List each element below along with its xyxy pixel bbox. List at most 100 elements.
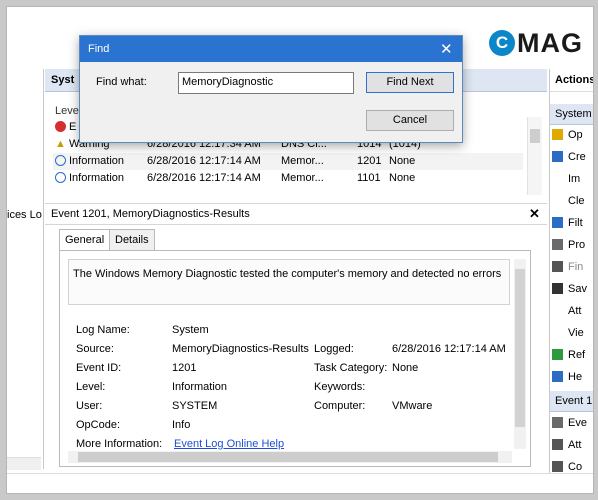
actions-section-system[interactable]: System [550, 104, 593, 125]
event-row-selected[interactable]: Information 6/28/2016 12:17:14 AM Memor.… [53, 153, 523, 170]
logged-value: 6/28/2016 12:17:14 AM [392, 343, 506, 355]
row-category: None [389, 172, 416, 184]
user-label: User: [76, 400, 103, 412]
user-value: SYSTEM [172, 400, 218, 412]
event-list-scrollbar[interactable] [527, 117, 542, 195]
action-label: Cle [568, 195, 585, 207]
detail-horizontal-scrollbar[interactable] [68, 451, 512, 463]
action-label: Eve [568, 417, 587, 429]
action-label: Filt [568, 217, 583, 229]
action-label: Co [568, 461, 583, 473]
level-column-header[interactable]: Leve [55, 105, 79, 117]
task-icon [552, 439, 563, 450]
action-clear[interactable]: Cle [552, 191, 593, 211]
action-import[interactable]: Im [552, 169, 593, 189]
row-event-id: 1101 [357, 172, 381, 184]
event-row[interactable]: Information 6/28/2016 12:17:14 AM Memor.… [53, 170, 523, 187]
level-value: Information [172, 381, 228, 393]
more-info-label: More Information: [76, 438, 163, 450]
action-label: Op [568, 129, 583, 141]
scrollbar-thumb[interactable] [78, 452, 498, 462]
row-source: Memor... [281, 172, 324, 184]
cancel-button[interactable]: Cancel [366, 110, 454, 131]
action-label: Sav [568, 283, 587, 295]
level-label: Level: [76, 381, 106, 393]
action-attach[interactable]: Att [552, 301, 593, 321]
action-label: Cre [568, 151, 586, 163]
actions-title: Actions [555, 74, 594, 86]
copy-icon [552, 461, 563, 472]
event-message-box[interactable]: The Windows Memory Diagnostic tested the… [68, 259, 510, 305]
action-filter[interactable]: Filt [552, 213, 593, 233]
action-find[interactable]: Fin [552, 257, 593, 277]
actions-section-label: System [555, 108, 592, 120]
actions-section-event[interactable]: Event 1 [550, 391, 593, 412]
filter-icon [552, 217, 563, 228]
action-label: Im [568, 173, 581, 185]
binoculars-icon [552, 261, 563, 272]
find-dialog: Find ✕ Find what: MemoryDiagnostic Find … [79, 35, 463, 143]
info-icon [55, 155, 66, 169]
row-date: 6/28/2016 12:17:14 AM [147, 172, 261, 184]
row-date: 6/28/2016 12:17:14 AM [147, 155, 261, 167]
log-name-label: Log Name: [76, 324, 130, 336]
filter-icon [552, 151, 563, 162]
blank-icon [552, 173, 563, 184]
info-icon [55, 172, 66, 186]
row-level: Information [69, 155, 125, 167]
actions-pane: Actions System Op Cre Im Cle Filt Pro Fi… [549, 69, 594, 483]
action-attach-task[interactable]: Att [552, 435, 593, 455]
refresh-icon [552, 349, 563, 360]
event-viewer-window: C MAG ices Lo Syst Leve E ▲ Warning 6/28… [6, 6, 594, 494]
help-icon [552, 371, 563, 382]
opcode-value: Info [172, 419, 191, 431]
tree-horizontal-scrollbar[interactable] [7, 457, 41, 470]
action-view[interactable]: Vie [552, 323, 593, 343]
action-label: Att [568, 305, 582, 317]
action-create[interactable]: Cre [552, 147, 593, 167]
scrollbar-thumb[interactable] [515, 269, 525, 427]
action-label: He [568, 371, 583, 383]
close-icon[interactable]: ✕ [529, 206, 540, 222]
event-log-help-link[interactable]: Event Log Online Help [174, 438, 284, 450]
bottom-bar [7, 473, 593, 493]
find-next-button[interactable]: Find Next [366, 72, 454, 93]
find-what-input[interactable]: MemoryDiagnostic [178, 72, 354, 94]
event-detail-header: Event 1201, MemoryDiagnostics-Results ✕ [45, 203, 547, 225]
action-save[interactable]: Sav [552, 279, 593, 299]
row-category: None [389, 155, 416, 167]
find-dialog-title: Find [88, 43, 110, 55]
find-what-label: Find what: [96, 76, 147, 88]
computer-label: Computer: [314, 400, 366, 412]
console-tree-pane: ices Lo [7, 69, 44, 470]
general-tab-panel: The Windows Memory Diagnostic tested the… [59, 250, 531, 467]
folder-open-icon [552, 129, 563, 140]
brand-logo-mark: C [489, 30, 515, 56]
error-icon [55, 121, 66, 135]
close-icon[interactable]: ✕ [440, 40, 453, 58]
action-label: Pro [568, 239, 586, 251]
tab-details[interactable]: Details [109, 229, 155, 251]
action-label: Fin [568, 261, 584, 273]
action-event-properties[interactable]: Eve [552, 413, 593, 433]
task-category-value: None [392, 362, 419, 374]
brand-logo-text: MAG [517, 27, 583, 58]
log-header-title: Syst [51, 74, 75, 86]
detail-vertical-scrollbar[interactable] [514, 259, 526, 449]
tab-general[interactable]: General [59, 229, 111, 252]
find-dialog-titlebar: Find ✕ [80, 36, 462, 62]
row-level: Information [69, 172, 125, 184]
tree-item-label[interactable]: ices Lo [7, 209, 42, 221]
action-open[interactable]: Op [552, 125, 593, 145]
scrollbar-thumb[interactable] [530, 129, 540, 143]
action-properties[interactable]: Pro [552, 235, 593, 255]
find-what-value: MemoryDiagnostic [182, 76, 274, 88]
source-value: MemoryDiagnostics-Results [172, 343, 309, 355]
event-id-value: 1201 [172, 362, 197, 374]
blank-icon [552, 195, 563, 206]
action-help[interactable]: He [552, 367, 593, 387]
keywords-label: Keywords: [314, 381, 366, 393]
event-message: The Windows Memory Diagnostic tested the… [73, 268, 502, 280]
action-refresh[interactable]: Ref [552, 345, 593, 365]
action-label: Att [568, 439, 582, 451]
